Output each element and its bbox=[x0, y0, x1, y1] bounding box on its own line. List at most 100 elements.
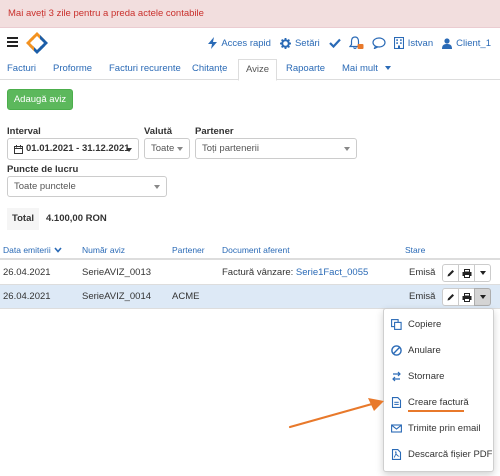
column-partner-header[interactable]: Partener bbox=[172, 245, 205, 255]
document-icon bbox=[391, 397, 402, 408]
menu-item-label: Stornare bbox=[408, 371, 445, 382]
row-number: SerieAVIZ_0014 bbox=[82, 291, 152, 302]
row-partner: ACME bbox=[172, 291, 200, 302]
gear-icon bbox=[279, 37, 291, 49]
menu-item-label: Anulare bbox=[408, 345, 441, 356]
notification-bell-icon[interactable] bbox=[348, 36, 364, 50]
tab-rapoarte[interactable]: Rapoarte bbox=[286, 59, 325, 80]
total-value: 4.100,00 RON bbox=[46, 213, 107, 224]
row-actions bbox=[442, 264, 491, 282]
row-status: Emisă bbox=[409, 267, 436, 278]
partner-select[interactable]: Toți partenerii bbox=[195, 138, 357, 159]
menu-item-reverse[interactable]: Stornare bbox=[384, 366, 495, 388]
partner-label: Partener bbox=[195, 126, 234, 137]
menu-item-create-invoice[interactable]: Creare factură bbox=[384, 392, 495, 414]
menu-item-label: Descarcă fișier PDF bbox=[408, 449, 493, 460]
print-button[interactable] bbox=[458, 288, 475, 306]
tab-facturi[interactable]: Facturi bbox=[7, 59, 36, 80]
tab-avize[interactable]: Avize bbox=[238, 59, 278, 81]
tab-proforme[interactable]: Proforme bbox=[53, 59, 92, 80]
partner-value: Toți partenerii bbox=[202, 143, 260, 154]
caret-down-icon bbox=[479, 295, 486, 299]
menu-item-cancel[interactable]: Anulare bbox=[384, 340, 495, 362]
app-logo[interactable] bbox=[24, 30, 50, 56]
pencil-icon bbox=[447, 294, 454, 301]
menu-item-download-pdf[interactable]: Descarcă fișier PDF bbox=[384, 444, 495, 466]
add-aviz-button[interactable]: Adaugă aviz bbox=[7, 89, 73, 110]
menu-item-label: Copiere bbox=[408, 319, 442, 330]
sort-chevron-down-icon bbox=[54, 247, 62, 253]
workpoints-label: Puncte de lucru bbox=[7, 164, 79, 175]
table-row[interactable]: 26.04.2021 SerieAVIZ_0013 Factură vânzar… bbox=[0, 261, 500, 285]
edit-button[interactable] bbox=[442, 264, 459, 282]
printer-icon bbox=[462, 268, 471, 278]
menu-item-copy[interactable]: Copiere bbox=[384, 314, 495, 336]
menu-item-label: Creare factură bbox=[408, 397, 469, 408]
column-date-label: Data emiterii bbox=[3, 245, 51, 255]
client-account-label: Client_1 bbox=[456, 37, 491, 49]
user-istvan-link[interactable]: Istvan bbox=[393, 37, 434, 49]
user-istvan-label: Istvan bbox=[407, 37, 434, 49]
quick-access-label: Acces rapid bbox=[221, 37, 271, 49]
row-actions-dropdown: Copiere Anulare Stornare Creare factură … bbox=[383, 308, 494, 472]
invoice-link[interactable]: Serie1Fact_0055 bbox=[296, 267, 368, 278]
checkmark-icon[interactable] bbox=[329, 38, 341, 48]
section-tabs: Facturi Proforme Facturi recurente Chita… bbox=[0, 59, 500, 81]
caret-down-icon bbox=[126, 148, 132, 152]
row-actions bbox=[442, 288, 491, 306]
interval-label: Interval bbox=[7, 126, 41, 137]
quick-access-link[interactable]: Acces rapid bbox=[208, 37, 271, 49]
interval-picker[interactable]: 01.01.2021 - 31.12.2021 bbox=[7, 138, 139, 160]
cancel-icon bbox=[391, 345, 402, 356]
chat-bubble-icon[interactable] bbox=[372, 37, 386, 49]
client-account-link[interactable]: Client_1 bbox=[442, 38, 491, 49]
annotation-arrow bbox=[288, 398, 384, 429]
workpoints-value: Toate punctele bbox=[14, 181, 76, 192]
bolt-icon bbox=[208, 37, 218, 49]
settings-link[interactable]: Setări bbox=[279, 37, 320, 49]
table-header: Data emiterii Număr aviz Partener Docume… bbox=[0, 244, 500, 260]
reverse-icon bbox=[392, 371, 401, 382]
pencil-icon bbox=[447, 270, 454, 277]
row-status: Emisă bbox=[409, 291, 436, 302]
caret-down-icon bbox=[344, 147, 350, 151]
calendar-icon bbox=[14, 144, 23, 154]
hamburger-menu-icon[interactable] bbox=[7, 37, 18, 47]
menu-item-send-email[interactable]: Trimite prin email bbox=[384, 418, 495, 440]
caret-down-icon bbox=[479, 271, 486, 275]
more-actions-button[interactable] bbox=[474, 264, 491, 282]
currency-label: Valută bbox=[144, 126, 172, 137]
table-row[interactable]: 26.04.2021 SerieAVIZ_0014 ACME Emisă bbox=[0, 285, 500, 309]
row-date: 26.04.2021 bbox=[3, 267, 51, 278]
row-date: 26.04.2021 bbox=[3, 291, 51, 302]
tab-chitante[interactable]: Chitanțe bbox=[192, 59, 227, 80]
interval-value: 01.01.2021 - 31.12.2021 bbox=[26, 143, 130, 154]
tab-mai-mult[interactable]: Mai mult bbox=[342, 59, 391, 80]
column-document-header[interactable]: Document aferent bbox=[222, 245, 290, 255]
column-status-header[interactable]: Stare bbox=[405, 245, 425, 255]
more-actions-button[interactable] bbox=[474, 288, 491, 306]
tab-facturi-recurente[interactable]: Facturi recurente bbox=[109, 59, 181, 80]
row-document-prefix: Factură vânzare: bbox=[222, 267, 296, 278]
edit-button[interactable] bbox=[442, 288, 459, 306]
total-label: Total bbox=[7, 208, 39, 230]
print-button[interactable] bbox=[458, 264, 475, 282]
column-number-header[interactable]: Număr aviz bbox=[82, 245, 125, 255]
workpoints-select[interactable]: Toate punctele bbox=[7, 176, 167, 197]
building-icon bbox=[393, 37, 404, 49]
currency-select[interactable]: Toate bbox=[144, 138, 190, 159]
user-icon bbox=[442, 37, 453, 49]
column-date-header[interactable]: Data emiterii bbox=[3, 245, 62, 255]
caret-down-icon bbox=[177, 147, 183, 151]
copy-icon bbox=[391, 319, 402, 330]
email-icon bbox=[391, 424, 402, 433]
caret-down-icon bbox=[154, 185, 160, 189]
pdf-icon bbox=[391, 449, 402, 460]
deadline-alert: Mai aveți 3 zile pentru a preda actele c… bbox=[0, 0, 500, 28]
menu-item-label: Trimite prin email bbox=[408, 423, 481, 434]
row-document: Factură vânzare: Serie1Fact_0055 bbox=[222, 267, 368, 278]
top-navbar: Acces rapid Setări Istvan Client_1 bbox=[0, 28, 500, 58]
printer-icon bbox=[462, 292, 471, 302]
tab-mai-mult-label: Mai mult bbox=[342, 63, 378, 74]
row-number: SerieAVIZ_0013 bbox=[82, 267, 152, 278]
